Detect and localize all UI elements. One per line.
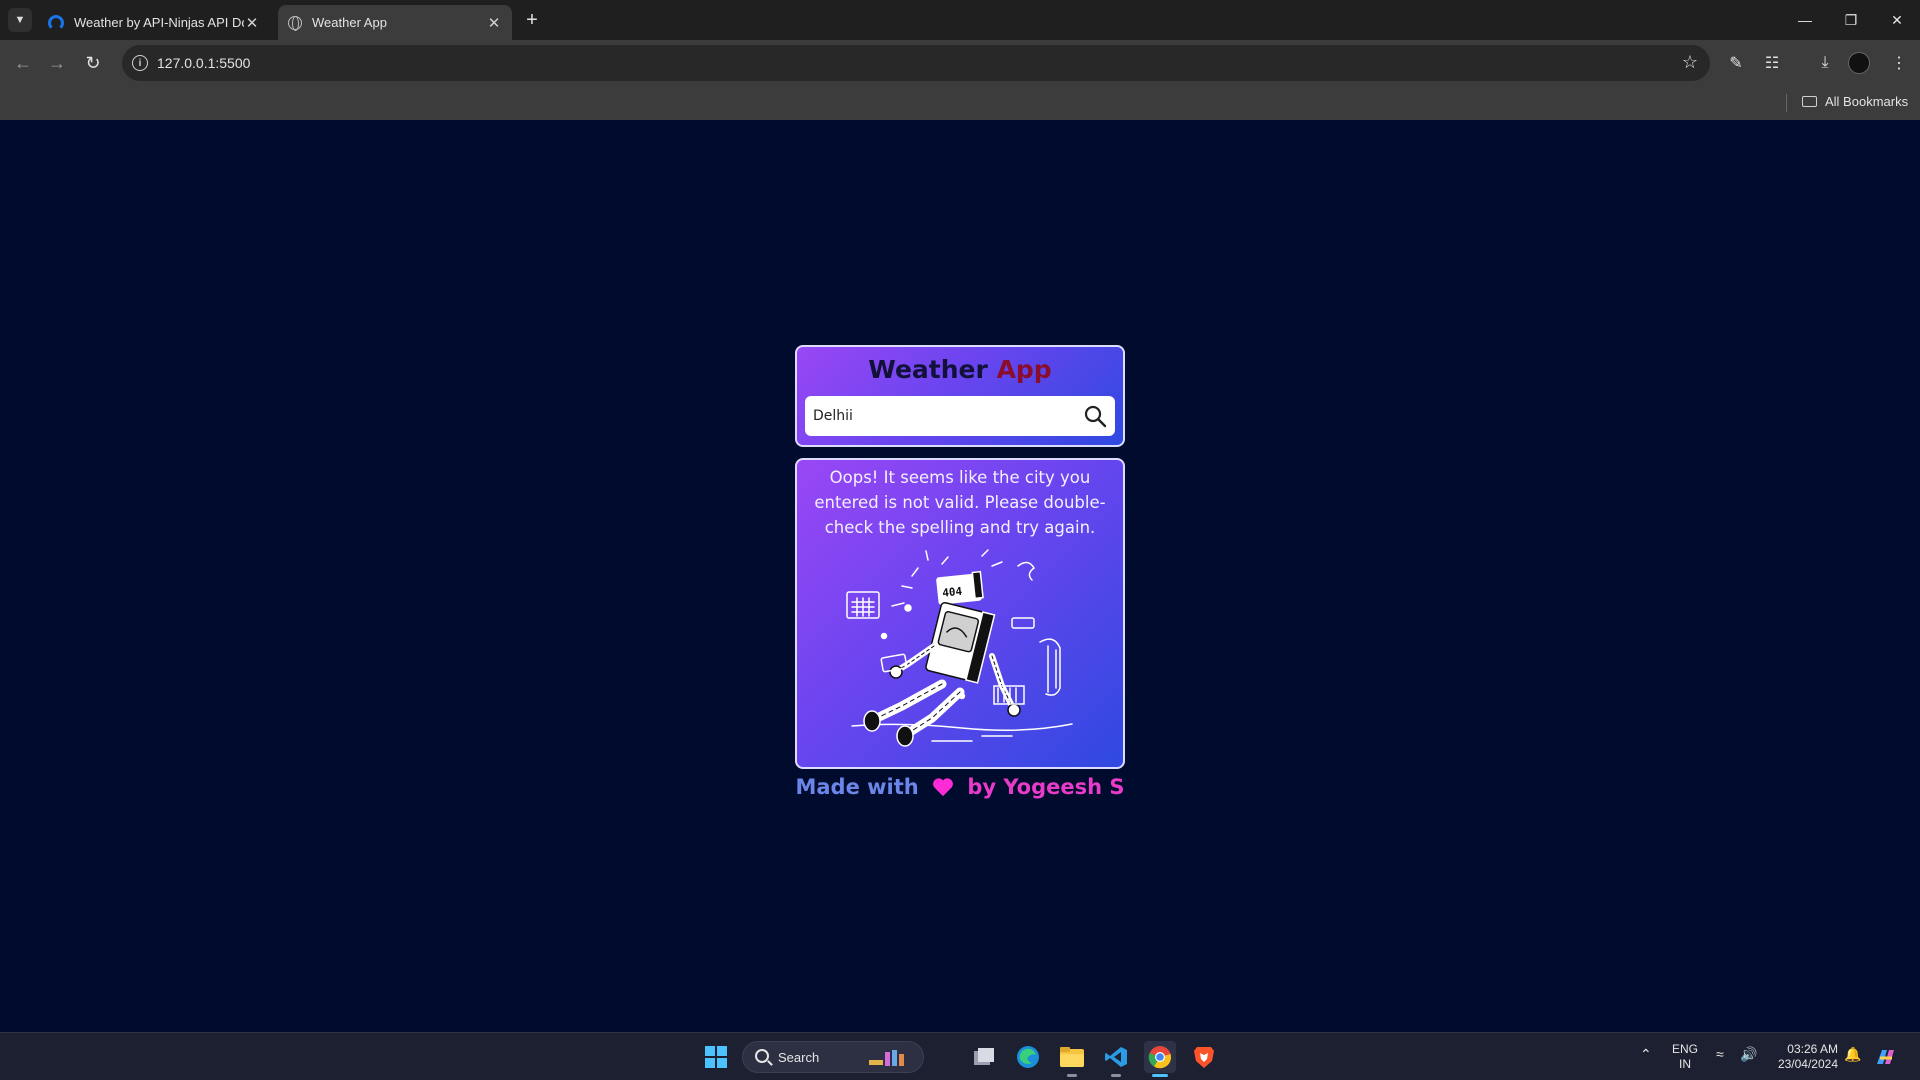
close-tab-icon[interactable]: ✕: [244, 14, 260, 32]
footer-made-with: Made with: [795, 775, 919, 799]
language-indicator[interactable]: ENG IN: [1672, 1042, 1698, 1072]
notification-bell-icon[interactable]: 🔔: [1844, 1047, 1861, 1062]
file-explorer-folder-icon[interactable]: [1056, 1041, 1088, 1077]
eyedropper-icon[interactable]: ✎: [1723, 50, 1749, 76]
search-icon: [755, 1049, 769, 1063]
app-title-app: App: [996, 355, 1052, 384]
clock-time: 03:26 AM: [1787, 1042, 1838, 1056]
address-url: 127.0.0.1:5500: [157, 55, 251, 71]
browser-tab-api-ninjas[interactable]: Weather by API-Ninjas API Do ✕: [38, 5, 270, 40]
download-icon[interactable]: ⤓: [1812, 50, 1838, 76]
task-view-icon[interactable]: [968, 1041, 1000, 1073]
back-arrow-icon[interactable]: ←: [10, 50, 36, 76]
tab-title: Weather by API-Ninjas API Do: [74, 15, 244, 30]
city-search-box: [805, 396, 1115, 436]
search-highlight-books-icon: [869, 1050, 904, 1066]
clock-date: 23/04/2024: [1777, 1057, 1838, 1071]
tab-title: Weather App: [312, 15, 387, 30]
language-region: IN: [1679, 1057, 1691, 1071]
taskbar-search-box[interactable]: Search: [742, 1041, 924, 1073]
app-title-weather: Weather: [868, 355, 988, 384]
close-tab-icon[interactable]: ✕: [486, 14, 502, 32]
all-bookmarks-button[interactable]: All Bookmarks: [1802, 94, 1908, 109]
search-icon[interactable]: [1083, 404, 1107, 428]
city-search-input[interactable]: [813, 396, 1073, 436]
bookmark-star-icon[interactable]: ☆: [1682, 52, 1698, 73]
extensions-puzzle-icon[interactable]: ☷: [1759, 50, 1785, 76]
windows-taskbar: Search ⌃ ENG IN ≈ 🔊 03:26 AM 23/04/2024: [0, 1032, 1920, 1080]
profile-avatar[interactable]: [1848, 52, 1870, 74]
vscode-icon[interactable]: [1100, 1041, 1132, 1077]
reload-icon[interactable]: ↻: [80, 50, 106, 76]
forward-arrow-icon[interactable]: →: [44, 50, 70, 76]
footer-author: by Yogeesh S: [967, 775, 1125, 799]
address-bar[interactable]: i 127.0.0.1:5500 ☆: [122, 45, 1710, 81]
error-card: Oops! It seems like the city you entered…: [795, 458, 1125, 769]
tab-search-chevron-icon[interactable]: ▼: [8, 8, 32, 32]
brave-browser-icon[interactable]: [1188, 1041, 1220, 1073]
chrome-browser-icon[interactable]: [1144, 1041, 1176, 1077]
bookmarks-divider: [1786, 94, 1787, 112]
volume-icon[interactable]: 🔊: [1740, 1047, 1757, 1062]
clock[interactable]: 03:26 AM 23/04/2024: [1772, 1042, 1838, 1072]
edge-browser-icon[interactable]: [1012, 1041, 1044, 1073]
footer-credit: Made with by Yogeesh S: [795, 775, 1125, 799]
app-title: Weather App: [797, 355, 1123, 384]
broken-robot-404-illustration: 404: [846, 549, 1073, 747]
minimize-window-icon[interactable]: —: [1782, 0, 1828, 40]
browser-toolbar: ← → ↻ i 127.0.0.1:5500 ☆ ✎ ☷ ⤓ ⋮: [0, 40, 1920, 86]
new-tab-plus-icon[interactable]: +: [520, 8, 544, 32]
close-window-icon[interactable]: ✕: [1874, 0, 1920, 40]
language-code: ENG: [1672, 1042, 1699, 1056]
api-ninjas-favicon-icon: [48, 14, 64, 31]
browser-tab-weather-app[interactable]: Weather App ✕: [278, 5, 512, 40]
windows-start-icon[interactable]: [700, 1041, 732, 1073]
more-menu-icon[interactable]: ⋮: [1886, 50, 1912, 76]
wifi-icon[interactable]: ≈: [1716, 1047, 1724, 1062]
copilot-icon[interactable]: [1870, 1041, 1902, 1073]
all-bookmarks-label: All Bookmarks: [1825, 94, 1909, 109]
restore-window-icon[interactable]: ❐: [1828, 0, 1874, 40]
folder-icon: [1802, 96, 1817, 107]
weather-app-page: Weather App Oops! It seems like the city…: [0, 120, 1920, 1032]
taskbar-search-label: Search: [778, 1050, 820, 1065]
site-info-icon[interactable]: i: [132, 55, 148, 71]
bookmarks-bar: All Bookmarks: [0, 86, 1920, 120]
error-message: Oops! It seems like the city you entered…: [814, 468, 1106, 537]
robot-404-text: 404: [942, 585, 963, 600]
search-card: Weather App: [795, 345, 1125, 447]
show-hidden-icons-chevron-icon[interactable]: ⌃: [1640, 1047, 1652, 1062]
globe-favicon-icon: [288, 15, 302, 31]
heart-icon: [933, 778, 953, 797]
robot-head: 404: [936, 570, 984, 605]
browser-tab-bar: ▼ Weather by API-Ninjas API Do ✕ Weather…: [0, 0, 1920, 40]
